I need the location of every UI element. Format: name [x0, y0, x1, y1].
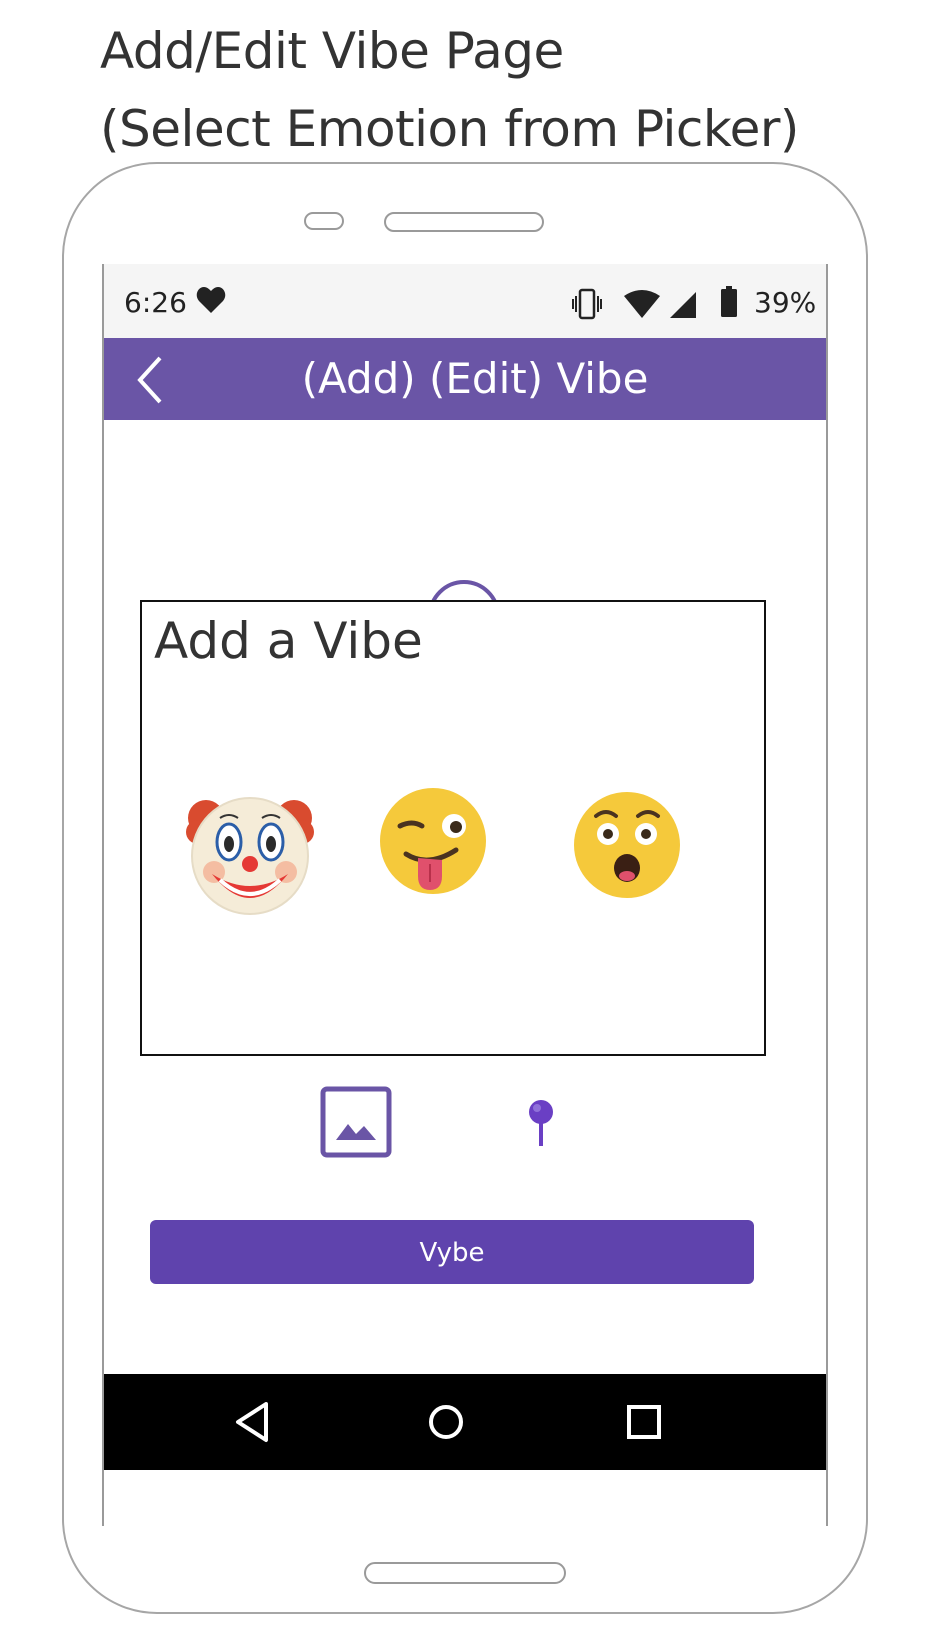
emotion-picker-dialog: Add a Vibe: [140, 600, 766, 1056]
wifi-icon: [624, 290, 660, 318]
earpiece-speaker: [384, 212, 544, 232]
clown-face-emoji[interactable]: [184, 788, 316, 920]
vybe-submit-button[interactable]: Vybe: [150, 1220, 754, 1284]
astonished-face-emoji[interactable]: [572, 790, 682, 900]
nav-home-icon[interactable]: [426, 1402, 466, 1442]
back-arrow-icon[interactable]: [134, 354, 168, 406]
battery-percent: 39%: [754, 286, 817, 319]
heart-icon: [196, 287, 226, 313]
page-heading-line1: Add/Edit Vibe Page: [100, 22, 564, 80]
signal-icon: [670, 292, 696, 318]
front-camera: [304, 212, 344, 230]
battery-icon: [721, 286, 737, 317]
app-bar-title: (Add) (Edit) Vibe: [301, 354, 649, 403]
app-bar: (Add) (Edit) Vibe: [104, 338, 826, 420]
status-bar: 6:26 39%: [104, 264, 826, 338]
navigation-bar: [104, 1374, 826, 1470]
location-pin-icon[interactable]: [524, 1098, 558, 1150]
nav-recent-icon[interactable]: [626, 1404, 662, 1440]
phone-screen: 6:26 39% (Add) (Edit) Vibe Add a Vibe Vy…: [102, 264, 828, 1526]
hardware-home-button: [364, 1562, 566, 1584]
winking-face-with-tongue-emoji[interactable]: [378, 786, 488, 896]
vibrate-icon: [572, 288, 602, 320]
picker-title: Add a Vibe: [154, 612, 423, 670]
nav-back-icon[interactable]: [232, 1400, 272, 1444]
add-image-icon[interactable]: [320, 1086, 392, 1158]
status-time: 6:26: [124, 286, 187, 319]
page-heading: Add/Edit Vibe Page (Select Emotion from …: [100, 12, 920, 168]
page-heading-line2: (Select Emotion from Picker): [100, 100, 799, 158]
